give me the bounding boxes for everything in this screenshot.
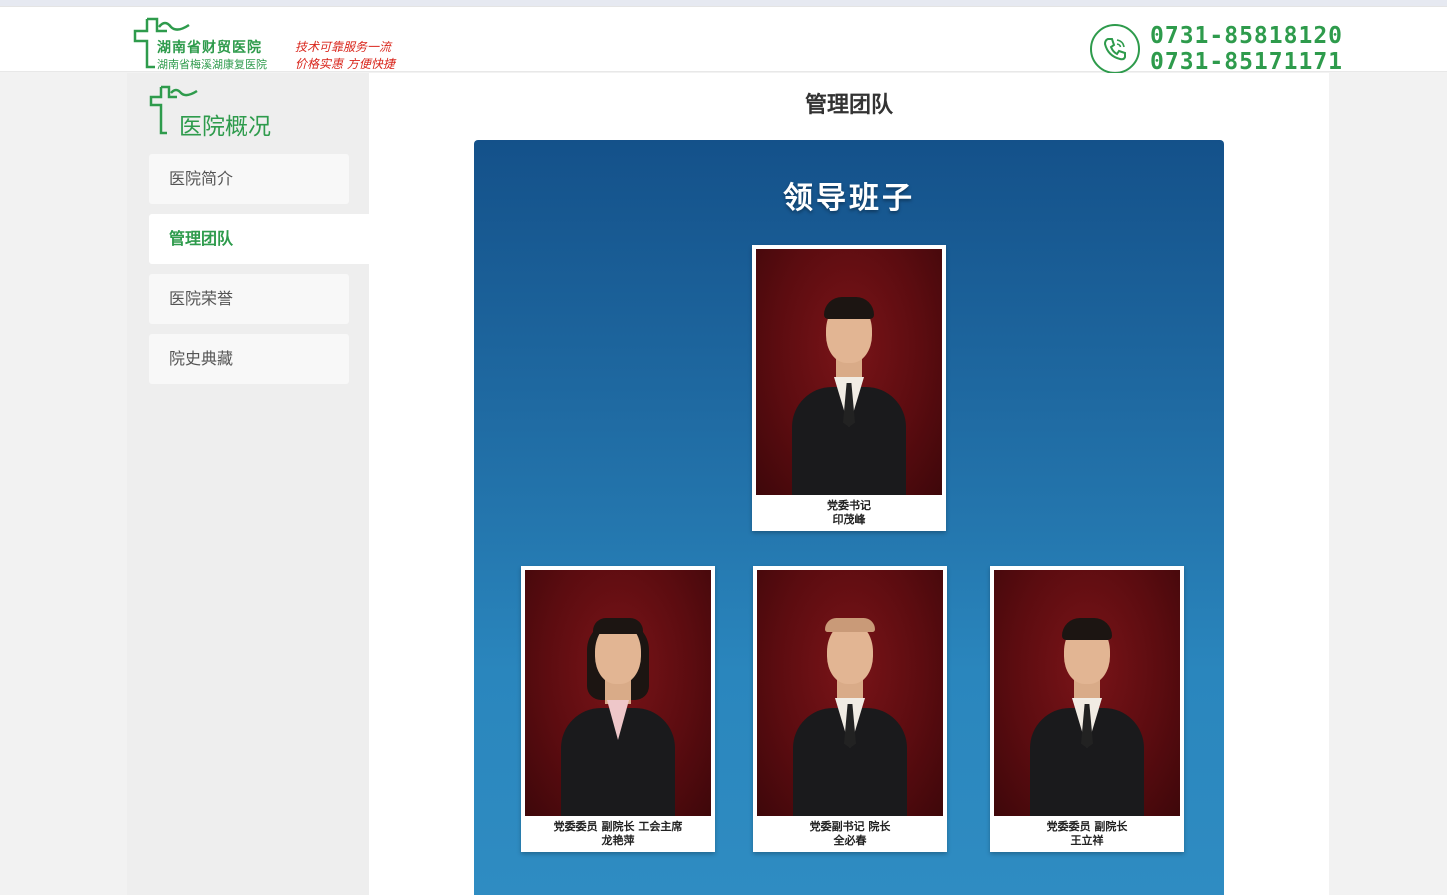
- member-photo: [757, 570, 943, 816]
- logo-slogan-line2: 价格实惠 方便快捷: [295, 57, 395, 71]
- member-name: 王立祥: [1070, 834, 1104, 847]
- member-card: 党委委员 副院长 王立祥: [990, 566, 1184, 852]
- member-name: 龙艳萍: [601, 834, 635, 847]
- member-name: 全必春: [833, 834, 867, 847]
- member-card: 党委书记 印茂峰: [752, 245, 946, 531]
- header: 湖南省财贸医院 湖南省梅溪湖康复医院 技术可靠服务一流 价格实惠 方便快捷 07…: [0, 6, 1447, 75]
- sidebar-title: 医院概况: [149, 85, 349, 145]
- member-photo: [756, 249, 942, 495]
- leadership-board: 领导班子 党委书记 印茂峰 党委委员 副院长 工会主席 龙艳萍 党委副书记 院长…: [474, 140, 1224, 895]
- member-photo: [994, 570, 1180, 816]
- phone-number-1[interactable]: 0731-85818120: [1150, 23, 1343, 49]
- member-card: 党委副书记 院长 全必春: [753, 566, 947, 852]
- member-card: 党委委员 副院长 工会主席 龙艳萍: [521, 566, 715, 852]
- main-content: 管理团队 领导班子 党委书记 印茂峰 党委委员 副院长 工会主席 龙艳萍 党委副…: [369, 73, 1329, 895]
- sidebar-item-management-team[interactable]: 管理团队: [149, 214, 369, 264]
- phone-number-2[interactable]: 0731-85171171: [1150, 49, 1343, 75]
- board-title: 领导班子: [783, 181, 915, 216]
- member-role: 党委书记: [827, 499, 871, 512]
- member-role: 党委副书记 院长: [809, 820, 891, 833]
- logo-slogan-line1: 技术可靠服务一流: [295, 40, 392, 54]
- member-role: 党委委员 副院长 工会主席: [553, 820, 683, 833]
- member-role: 党委委员 副院长: [1046, 820, 1128, 833]
- sidebar-item-honors[interactable]: 医院荣誉: [149, 274, 349, 324]
- member-photo: [525, 570, 711, 816]
- sidebar-title-text: 医院概况: [179, 114, 271, 140]
- phone-icon: [1090, 24, 1140, 74]
- page-title: 管理团队: [804, 93, 893, 118]
- hospital-logo[interactable]: 湖南省财贸医院 湖南省梅溪湖康复医院 技术可靠服务一流 价格实惠 方便快捷: [133, 17, 403, 73]
- member-name: 印茂峰: [832, 513, 866, 526]
- sidebar-item-intro[interactable]: 医院简介: [149, 154, 349, 204]
- logo-hospital-name: 湖南省财贸医院: [157, 40, 262, 56]
- sidebar: 医院概况 医院简介 管理团队 医院荣誉 院史典藏: [127, 73, 369, 895]
- logo-hospital-subname: 湖南省梅溪湖康复医院: [157, 58, 267, 71]
- sidebar-item-history[interactable]: 院史典藏: [149, 334, 349, 384]
